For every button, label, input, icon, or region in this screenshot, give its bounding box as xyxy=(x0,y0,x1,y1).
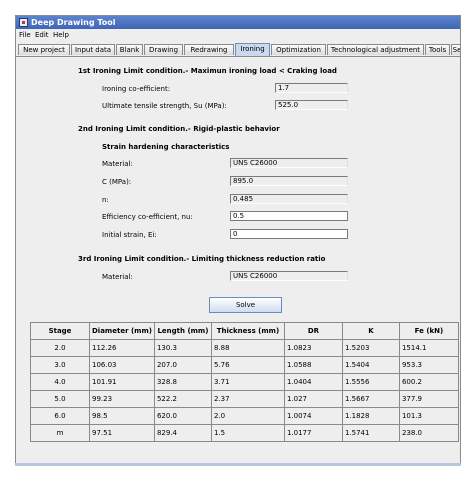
header-thickness[interactable]: Thickness (mm) xyxy=(210,322,285,340)
tab-tools[interactable]: Tools xyxy=(425,44,450,55)
cell-diameter: 99.23 xyxy=(89,390,155,408)
cell-stage: 4.0 xyxy=(30,373,90,391)
tab-se[interactable]: Se xyxy=(451,44,460,55)
header-dr[interactable]: DR xyxy=(283,322,343,340)
section2-heading: 2nd Ironing Limit condition.- Rigid-plas… xyxy=(78,125,280,133)
menu-help[interactable]: Help xyxy=(53,31,69,39)
cell-stage: 3.0 xyxy=(30,356,90,374)
n-label: n: xyxy=(102,196,109,204)
tab-optimization[interactable]: Optimization xyxy=(271,44,326,55)
ironing-coefficient-label: Ironing co-efficient: xyxy=(102,85,171,93)
table-row[interactable]: 4.0 101.91 328.8 3.71 1.0404 1.5556 600.… xyxy=(30,373,459,391)
table-row[interactable]: 5.0 99.23 522.2 2.37 1.027 1.5667 377.9 xyxy=(30,390,459,408)
c-mpa-label: C (MPa): xyxy=(102,178,132,186)
cell-diameter: 98.5 xyxy=(89,407,155,425)
cell-stage: m xyxy=(30,424,90,442)
efficiency-coefficient-label: Efficiency co-efficient, nu: xyxy=(102,213,193,221)
tab-drawing[interactable]: Drawing xyxy=(144,44,183,55)
cell-k: 1.5741 xyxy=(341,424,400,442)
header-diameter[interactable]: Diameter (mm) xyxy=(89,322,155,340)
cell-dr: 1.0588 xyxy=(283,356,343,374)
cell-k: 1.1828 xyxy=(341,407,400,425)
cell-thickness: 3.71 xyxy=(210,373,285,391)
app-icon xyxy=(19,18,28,27)
menu-bar: File Edit Help xyxy=(16,29,460,41)
cell-dr: 1.027 xyxy=(283,390,343,408)
cell-dr: 1.0823 xyxy=(283,339,343,357)
header-length[interactable]: Length (mm) xyxy=(153,322,212,340)
efficiency-coefficient-input[interactable]: 0.5 xyxy=(230,211,348,221)
initial-strain-input[interactable]: 0 xyxy=(230,229,348,239)
cell-length: 522.2 xyxy=(153,390,212,408)
cell-thickness: 2.0 xyxy=(210,407,285,425)
material-3-label: Material: xyxy=(102,273,133,281)
ultimate-tensile-strength-label: Ultimate tensile strength, Su (MPa): xyxy=(102,102,227,110)
menu-file[interactable]: File xyxy=(19,31,31,39)
cell-diameter: 106.03 xyxy=(89,356,155,374)
table-row[interactable]: 6.0 98.5 620.0 2.0 1.0074 1.1828 101.3 xyxy=(30,407,459,425)
initial-strain-label: Initial strain, Ei: xyxy=(102,231,157,239)
cell-k: 1.5667 xyxy=(341,390,400,408)
results-table: Stage Diameter (mm) Length (mm) Thicknes… xyxy=(30,322,459,442)
cell-length: 207.0 xyxy=(153,356,212,374)
tab-blank[interactable]: Blank xyxy=(116,44,143,55)
tab-bar: New project Input data Blank Drawing Red… xyxy=(16,43,460,57)
cell-thickness: 8.88 xyxy=(210,339,285,357)
material-3-field: UNS C26000 xyxy=(230,271,348,281)
cell-dr: 1.0404 xyxy=(283,373,343,391)
solve-button[interactable]: Solve xyxy=(209,297,282,313)
cell-thickness: 2.37 xyxy=(210,390,285,408)
tab-input-data[interactable]: Input data xyxy=(71,44,115,55)
cell-dr: 1.0177 xyxy=(283,424,343,442)
cell-stage: 6.0 xyxy=(30,407,90,425)
table-row[interactable]: 2.0 112.26 130.3 8.88 1.0823 1.5203 1514… xyxy=(30,339,459,357)
window-bottom-border xyxy=(15,463,461,466)
cell-length: 829.4 xyxy=(153,424,212,442)
material-label: Material: xyxy=(102,160,133,168)
cell-k: 1.5404 xyxy=(341,356,400,374)
cell-diameter: 97.51 xyxy=(89,424,155,442)
header-k[interactable]: K xyxy=(341,322,400,340)
header-stage[interactable]: Stage xyxy=(30,322,90,340)
section1-heading: 1st Ironing Limit condition.- Maximun ir… xyxy=(78,67,337,75)
strain-hardening-heading: Strain hardening characteristics xyxy=(102,143,230,151)
cell-thickness: 5.76 xyxy=(210,356,285,374)
cell-length: 620.0 xyxy=(153,407,212,425)
table-header-row: Stage Diameter (mm) Length (mm) Thicknes… xyxy=(30,322,459,340)
menu-edit[interactable]: Edit xyxy=(35,31,49,39)
tab-ironing[interactable]: Ironing xyxy=(235,43,270,56)
header-fe[interactable]: Fe (kN) xyxy=(398,322,459,340)
cell-fe: 101.3 xyxy=(398,407,459,425)
cell-thickness: 1.5 xyxy=(210,424,285,442)
cell-fe: 600.2 xyxy=(398,373,459,391)
table-row[interactable]: 3.0 106.03 207.0 5.76 1.0588 1.5404 953.… xyxy=(30,356,459,374)
n-field: 0.485 xyxy=(230,194,348,204)
c-mpa-field: 895.0 xyxy=(230,176,348,186)
tab-redrawing[interactable]: Redrawing xyxy=(184,44,234,55)
table-row[interactable]: m 97.51 829.4 1.5 1.0177 1.5741 238.0 xyxy=(30,424,459,442)
section3-heading: 3rd Ironing Limit condition.- Limiting t… xyxy=(78,255,326,263)
title-bar[interactable]: Deep Drawing Tool xyxy=(16,16,460,29)
cell-k: 1.5203 xyxy=(341,339,400,357)
cell-stage: 5.0 xyxy=(30,390,90,408)
tab-technological-adjustment[interactable]: Technological adjustment xyxy=(327,44,424,55)
ultimate-tensile-strength-field: 525.0 xyxy=(275,100,348,110)
cell-stage: 2.0 xyxy=(30,339,90,357)
cell-dr: 1.0074 xyxy=(283,407,343,425)
tab-new-project[interactable]: New project xyxy=(18,44,70,55)
window-title: Deep Drawing Tool xyxy=(31,18,116,27)
cell-fe: 238.0 xyxy=(398,424,459,442)
cell-fe: 953.3 xyxy=(398,356,459,374)
cell-length: 130.3 xyxy=(153,339,212,357)
cell-diameter: 112.26 xyxy=(89,339,155,357)
cell-fe: 1514.1 xyxy=(398,339,459,357)
cell-length: 328.8 xyxy=(153,373,212,391)
ironing-coefficient-field: 1.7 xyxy=(275,83,348,93)
cell-fe: 377.9 xyxy=(398,390,459,408)
material-field: UNS C26000 xyxy=(230,158,348,168)
cell-k: 1.5556 xyxy=(341,373,400,391)
cell-diameter: 101.91 xyxy=(89,373,155,391)
